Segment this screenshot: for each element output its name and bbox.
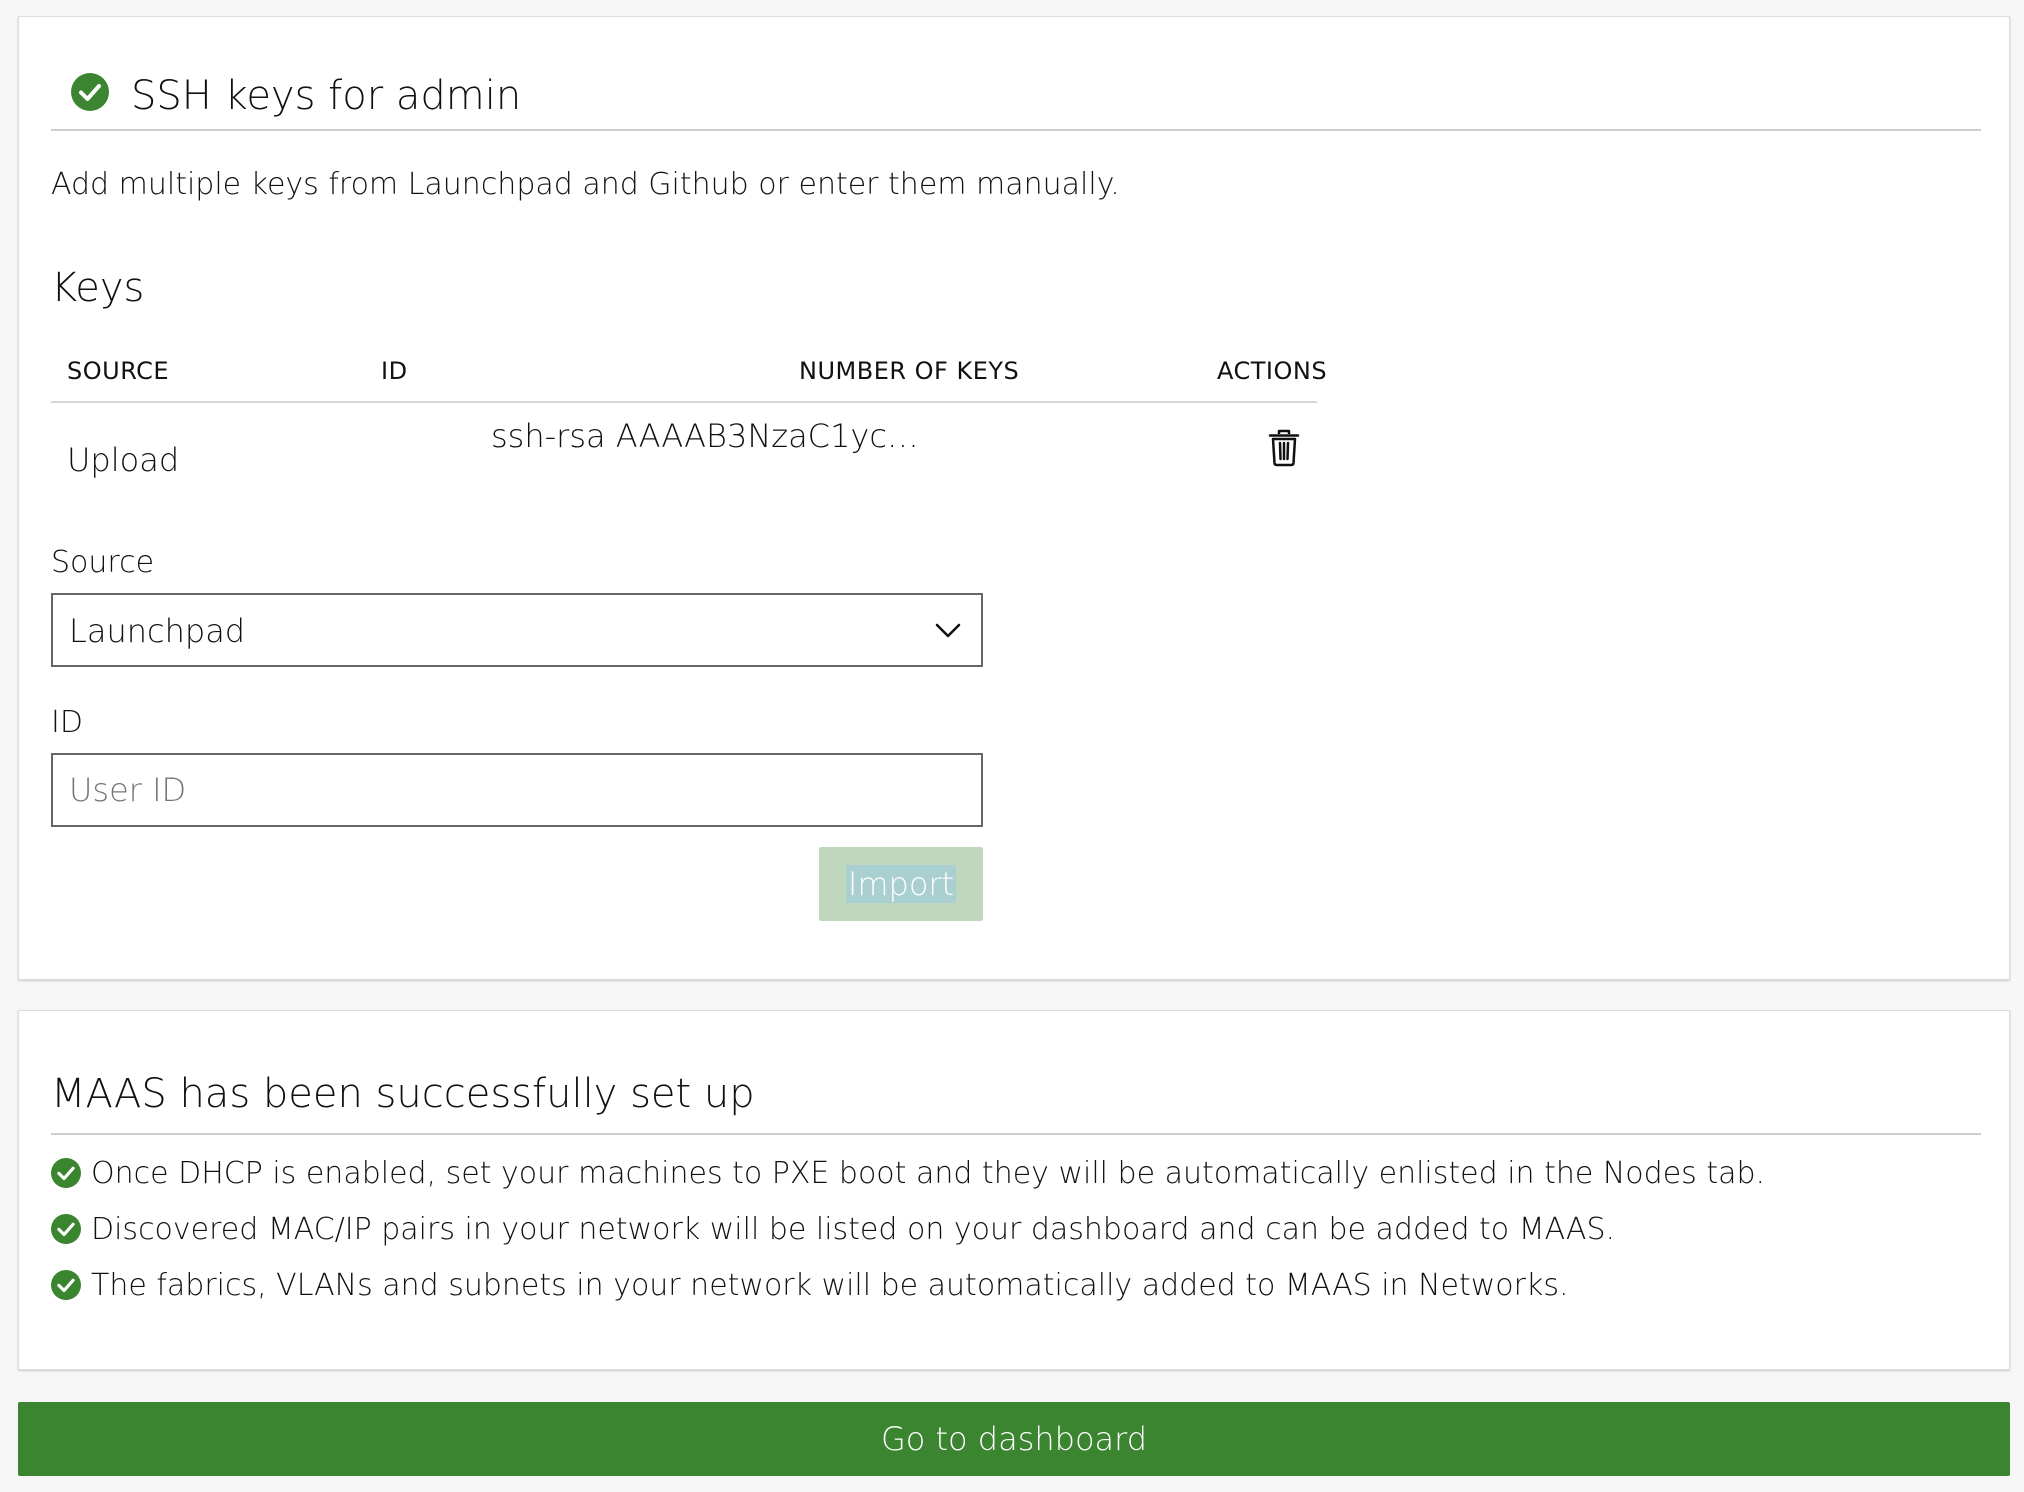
ssh-keys-description: Add multiple keys from Launchpad and Git… [51, 167, 1120, 202]
source-label: Source [51, 545, 155, 580]
import-button-label: Import [845, 865, 957, 903]
row-source: Upload [67, 441, 180, 479]
import-button[interactable]: Import [819, 847, 983, 921]
go-to-dashboard-button[interactable]: Go to dashboard [18, 1402, 2010, 1476]
keys-heading: Keys [51, 265, 145, 311]
column-header-actions: ACTIONS [1217, 357, 1328, 385]
column-header-number-of-keys[interactable]: NUMBER OF KEYS [799, 357, 1019, 385]
go-to-dashboard-label: Go to dashboard [880, 1420, 1148, 1458]
id-label: ID [51, 705, 83, 740]
list-item: Discovered MAC/IP pairs in your network … [51, 1201, 1765, 1257]
chevron-down-icon [933, 615, 963, 649]
list-item: The fabrics, VLANs and subnets in your n… [51, 1257, 1765, 1313]
setup-success-card: MAAS has been successfully set up Once D… [18, 1010, 2010, 1370]
list-item: Once DHCP is enabled, set your machines … [51, 1145, 1765, 1201]
column-header-source[interactable]: SOURCE [67, 357, 169, 385]
column-header-id[interactable]: ID [381, 357, 408, 385]
list-item-text: Once DHCP is enabled, set your machines … [91, 1155, 1766, 1191]
success-header: MAAS has been successfully set up [51, 1041, 1981, 1135]
success-title: MAAS has been successfully set up [51, 1071, 755, 1117]
trash-icon [1268, 429, 1300, 467]
list-item-text: Discovered MAC/IP pairs in your network … [91, 1211, 1616, 1247]
check-circle-icon [51, 1270, 81, 1300]
keys-table-header: SOURCE ID NUMBER OF KEYS ACTIONS [51, 337, 1327, 403]
row-key: ssh-rsa AAAAB3NzaC1yc… [491, 417, 919, 455]
ssh-keys-header: SSH keys for admin [51, 57, 1981, 131]
success-list: Once DHCP is enabled, set your machines … [51, 1145, 1765, 1313]
keys-table: SOURCE ID NUMBER OF KEYS ACTIONS Upload … [51, 337, 1327, 513]
user-id-field [51, 753, 983, 827]
check-circle-icon [51, 1158, 81, 1188]
user-id-input[interactable] [53, 755, 981, 825]
source-select[interactable]: Launchpad [51, 593, 983, 667]
check-circle-icon [71, 73, 109, 115]
check-circle-icon [51, 1214, 81, 1244]
ssh-keys-card: SSH keys for admin Add multiple keys fro… [18, 16, 2010, 980]
ssh-keys-title: SSH keys for admin [131, 73, 522, 119]
table-row: Upload ssh-rsa AAAAB3NzaC1yc… [51, 403, 1317, 513]
list-item-text: The fabrics, VLANs and subnets in your n… [91, 1267, 1569, 1303]
source-select-value: Launchpad [69, 612, 246, 650]
delete-key-button[interactable] [1267, 429, 1301, 467]
